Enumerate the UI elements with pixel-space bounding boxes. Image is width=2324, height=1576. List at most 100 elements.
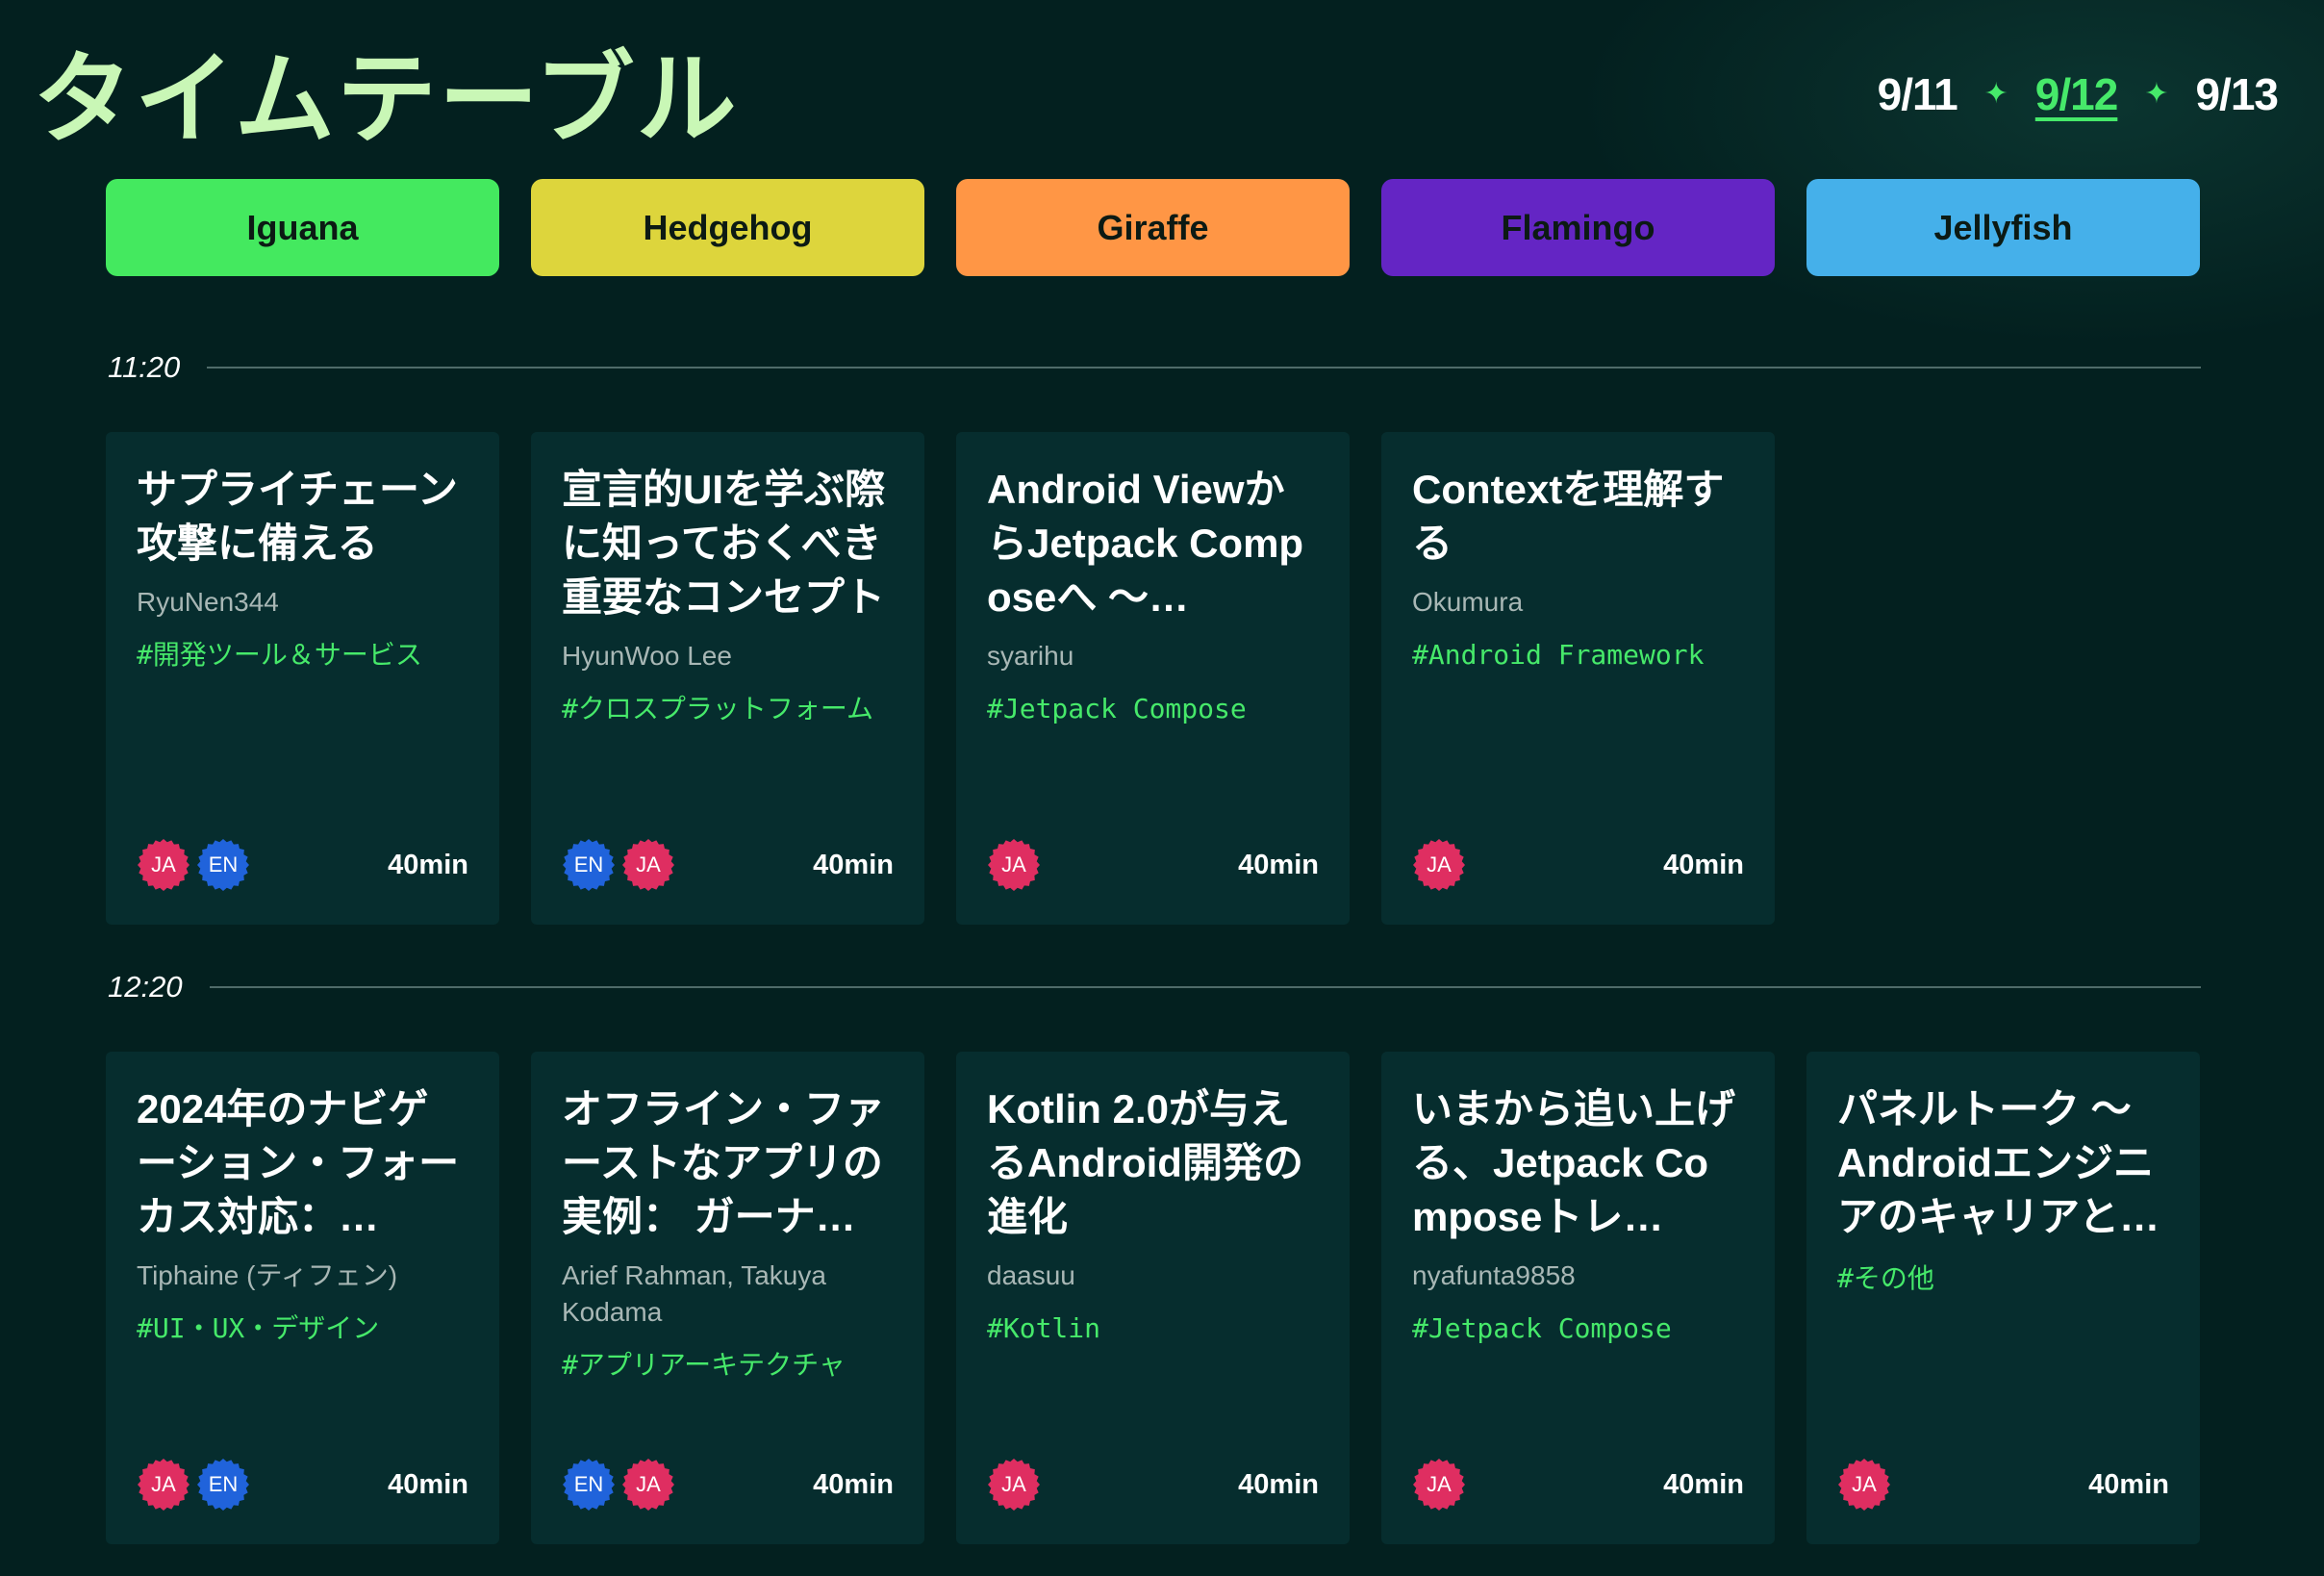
session-card[interactable]: 2024年のナビゲーション・フォーカス対応：… Tiphaine (ティフェン)… <box>106 1052 499 1544</box>
session-duration: 40min <box>1238 1468 1319 1500</box>
language-code: EN <box>208 1472 239 1496</box>
language-badge-ja: JA <box>137 1458 190 1512</box>
session-card[interactable]: いまから追い上げる、Jetpack Composeトレ… nyafunta985… <box>1381 1052 1775 1544</box>
session-title: オフライン・ファーストなアプリの実例： ガーナの… <box>562 1086 886 1239</box>
session-card[interactable]: Kotlin 2.0が与えるAndroid開発の進化 daasuu #Kotli… <box>956 1052 1350 1544</box>
session-card[interactable]: オフライン・ファーストなアプリの実例： ガーナの… Arief Rahman, … <box>531 1052 924 1544</box>
language-badge-en: EN <box>196 838 250 892</box>
language-code: JA <box>151 1472 176 1496</box>
date-selector: 9/11 ✦ 9/12 ✦ 9/13 <box>1878 64 2279 125</box>
session-title: 2024年のナビゲーション・フォーカス対応：… <box>137 1086 460 1239</box>
language-code: EN <box>573 852 604 877</box>
session-footer: JA 40min <box>1412 1458 1744 1512</box>
session-speaker: daasuu <box>987 1260 1075 1290</box>
session-tag: #Jetpack Compose <box>1412 1312 1672 1344</box>
session-duration: 40min <box>813 849 894 880</box>
room-tabs: Iguana Hedgehog Giraffe Flamingo Jellyfi… <box>106 179 2201 276</box>
language-code: EN <box>573 1472 604 1496</box>
session-speaker: syarihu <box>987 641 1074 671</box>
session-duration: 40min <box>1663 849 1744 880</box>
timetable-page: タイムテーブル 9/11 ✦ 9/12 ✦ 9/13 Iguana Hedgeh… <box>0 0 2324 1576</box>
language-code: JA <box>1852 1472 1877 1496</box>
language-badges: EN JA <box>562 838 675 892</box>
session-card[interactable]: Android ViewからJetpack Composeへ 〜… syarih… <box>956 432 1350 925</box>
session-footer: JA 40min <box>1837 1458 2169 1512</box>
session-speaker: Tiphaine (ティフェン) <box>137 1260 398 1290</box>
session-card[interactable]: 宣言的UIを学ぶ際に知っておくべき重要なコンセプト HyunWoo Lee #ク… <box>531 432 924 925</box>
session-card[interactable]: Contextを理解する Okumura #Android Framework … <box>1381 432 1775 925</box>
language-badge-ja: JA <box>1837 1458 1891 1512</box>
language-code: JA <box>1427 1472 1452 1496</box>
page-title: タイムテーブル <box>33 40 739 158</box>
language-badge-ja: JA <box>137 838 190 892</box>
session-tag: #UI・UX・デザイン <box>137 1312 380 1344</box>
language-badges: JA <box>1412 838 1466 892</box>
session-tag: #Android Framework <box>1412 639 1705 671</box>
language-badge-ja: JA <box>621 1458 675 1512</box>
session-card[interactable]: サプライチェーン攻撃に備える RyuNen344 #開発ツール＆サービス JA E… <box>106 432 499 925</box>
language-badge-ja: JA <box>1412 1458 1466 1512</box>
language-code: JA <box>1001 852 1026 877</box>
session-tag: #Jetpack Compose <box>987 693 1247 724</box>
session-title: パネルトーク 〜 Androidエンジニアのキャリアと… <box>1837 1086 2160 1239</box>
date-tab-1[interactable]: 9/11 <box>1878 68 1958 120</box>
language-badges: JA <box>1837 1458 1891 1512</box>
language-badge-en: EN <box>196 1458 250 1512</box>
language-badge-en: EN <box>562 838 616 892</box>
language-badge-en: EN <box>562 1458 616 1512</box>
time-label: 11:20 <box>108 350 181 384</box>
room-tab-jellyfish[interactable]: Jellyfish <box>1806 179 2200 276</box>
session-footer: JA 40min <box>987 838 1319 892</box>
session-footer: JA EN 40min <box>137 1458 468 1512</box>
session-speaker: Arief Rahman, Takuya Kodama <box>562 1260 826 1327</box>
session-tag: #Kotlin <box>987 1312 1101 1344</box>
time-divider: 12:20 <box>108 968 2201 1006</box>
session-duration: 40min <box>388 1468 468 1500</box>
room-tab-iguana[interactable]: Iguana <box>106 179 499 276</box>
language-badges: JA <box>987 1458 1041 1512</box>
language-badges: EN JA <box>562 1458 675 1512</box>
session-title: いまから追い上げる、Jetpack Composeトレ… <box>1412 1086 1736 1239</box>
session-tag: #クロスプラットフォーム <box>562 693 874 724</box>
session-tag: #開発ツール＆サービス <box>137 639 422 671</box>
session-title: サプライチェーン攻撃に備える <box>137 467 458 566</box>
session-title: Kotlin 2.0が与えるAndroid開発の進化 <box>987 1086 1303 1239</box>
background-glow <box>1574 0 2324 346</box>
time-divider: 11:20 <box>108 348 2201 387</box>
sparkle-icon: ✦ <box>1983 78 2008 110</box>
session-card[interactable]: パネルトーク 〜 Androidエンジニアのキャリアと… #その他 JA 40m… <box>1806 1052 2200 1544</box>
language-badge-ja: JA <box>987 838 1041 892</box>
date-tab-3[interactable]: 9/13 <box>2195 68 2279 120</box>
room-tab-hedgehog[interactable]: Hedgehog <box>531 179 924 276</box>
session-footer: JA 40min <box>1412 838 1744 892</box>
session-row: サプライチェーン攻撃に備える RyuNen344 #開発ツール＆サービス JA E… <box>106 432 2201 925</box>
room-tab-giraffe[interactable]: Giraffe <box>956 179 1350 276</box>
room-tab-flamingo[interactable]: Flamingo <box>1381 179 1775 276</box>
language-badges: JA EN <box>137 1458 250 1512</box>
session-footer: JA EN 40min <box>137 838 468 892</box>
session-footer: JA 40min <box>987 1458 1319 1512</box>
session-tag: #アプリアーキテクチャ <box>562 1349 846 1381</box>
session-duration: 40min <box>1663 1468 1744 1500</box>
session-speaker: RyuNen344 <box>137 587 279 617</box>
session-duration: 40min <box>388 849 468 880</box>
language-code: EN <box>208 852 239 877</box>
language-badges: JA <box>987 838 1041 892</box>
session-duration: 40min <box>1238 849 1319 880</box>
session-title: Android ViewからJetpack Composeへ 〜… <box>987 467 1304 620</box>
session-speaker: HyunWoo Lee <box>562 641 732 671</box>
language-code: JA <box>636 852 661 877</box>
divider-line <box>209 986 2201 988</box>
session-speaker: Okumura <box>1412 587 1524 617</box>
session-speaker: nyafunta9858 <box>1412 1260 1576 1290</box>
language-badge-ja: JA <box>621 838 675 892</box>
divider-line <box>207 367 2201 369</box>
language-code: JA <box>636 1472 661 1496</box>
language-code: JA <box>1427 852 1452 877</box>
language-badge-ja: JA <box>987 1458 1041 1512</box>
language-code: JA <box>1001 1472 1026 1496</box>
session-tag: #その他 <box>1837 1262 1934 1294</box>
session-title: 宣言的UIを学ぶ際に知っておくべき重要なコンセプト <box>562 467 886 620</box>
language-badges: JA EN <box>137 838 250 892</box>
date-tab-2[interactable]: 9/12 <box>2035 68 2119 120</box>
